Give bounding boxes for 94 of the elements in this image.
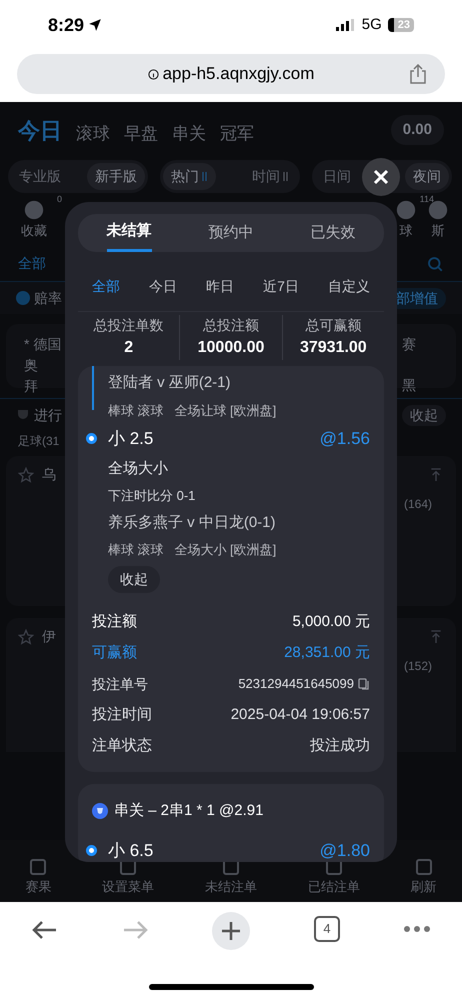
summary-value: 37931.00 xyxy=(300,338,367,358)
star-icon[interactable] xyxy=(18,466,34,482)
summary-label: 总可赢额 xyxy=(305,316,362,334)
team-name: 奥 xyxy=(24,356,39,375)
category-icon xyxy=(395,199,417,222)
nav-icon xyxy=(416,858,432,874)
category-label: 球 xyxy=(400,222,412,240)
filter-option[interactable]: 夜间 xyxy=(405,162,449,190)
sport-tab[interactable]: 滚球 xyxy=(76,121,110,146)
market-count: (164) xyxy=(404,496,432,513)
sport-count: 足球(31 xyxy=(18,433,60,450)
search-icon[interactable] xyxy=(426,254,444,272)
period-tab[interactable]: 昨日 xyxy=(206,276,234,297)
odds-text: @1.80 xyxy=(320,840,370,862)
status-tab[interactable]: 未结算 xyxy=(106,214,152,252)
detail-label: 注单状态 xyxy=(92,736,152,756)
section-title: 进行 xyxy=(34,406,62,425)
copy-icon[interactable] xyxy=(358,678,370,690)
selection-text: 小 2.5 xyxy=(108,428,154,450)
team-name: 黑 xyxy=(402,376,416,395)
collapse-toggle[interactable]: 收起 xyxy=(402,405,446,426)
category-label: 斯 xyxy=(432,222,444,240)
notice-text: 赔率 xyxy=(34,288,62,308)
period-tab[interactable]: 自定义 xyxy=(328,276,370,297)
category-count: 114 xyxy=(420,193,434,206)
share-icon[interactable] xyxy=(409,64,427,84)
detail-value: 2025-04-04 19:06:57 xyxy=(230,704,370,725)
star-icon[interactable] xyxy=(18,628,34,644)
url-text: app-h5.aqnxgjy.com xyxy=(162,63,314,86)
detail-label: 投注额 xyxy=(92,612,137,632)
summary-label: 总投注额 xyxy=(202,316,259,334)
detail-value: 投注成功 xyxy=(310,736,370,756)
shield-badge-icon xyxy=(92,802,108,819)
filter-option[interactable]: 专业版 xyxy=(11,162,69,190)
sport-tab[interactable]: 串关 xyxy=(172,121,206,146)
tab-count-button[interactable]: 4 xyxy=(314,916,340,942)
period-tab[interactable]: 今日 xyxy=(149,276,178,297)
sport-tab[interactable]: 冠军 xyxy=(220,121,254,146)
market-tags: 棒球 滚球 全场大小 [欧洲盘] xyxy=(108,540,370,560)
summary-label: 总投注单数 xyxy=(94,316,164,334)
league-name: 赛 xyxy=(402,335,416,354)
status-tab[interactable]: 预约中 xyxy=(208,214,254,252)
detail-value: 28,351.00 元 xyxy=(284,642,370,663)
market-text: 全场大小 xyxy=(108,458,169,478)
detail-label: 投注时间 xyxy=(92,704,152,725)
score-text: 下注时比分 0-1 xyxy=(108,487,196,505)
odds-text: @1.56 xyxy=(320,428,370,450)
selection-text: 小 6.5 xyxy=(108,840,154,862)
network-label: 5G xyxy=(362,14,382,35)
nav-icon xyxy=(30,858,46,874)
league-name: * 德国 xyxy=(24,335,62,354)
bottom-nav-item[interactable]: 赛果 xyxy=(25,858,52,896)
forward-arrow-icon[interactable] xyxy=(122,920,148,940)
filter-option[interactable]: 热门 xyxy=(163,162,216,190)
period-tab[interactable]: 全部 xyxy=(92,276,120,297)
league-name: 伊 xyxy=(42,627,56,646)
detail-label: 投注单号 xyxy=(92,674,148,694)
back-arrow-icon[interactable] xyxy=(32,920,58,940)
timeline-line xyxy=(92,366,94,410)
clock-time: 8:29 xyxy=(48,14,84,36)
summary-value: 10000.00 xyxy=(198,338,264,358)
team-name: 拜 xyxy=(24,377,39,396)
close-icon xyxy=(373,169,389,185)
more-icon[interactable] xyxy=(404,926,430,932)
info-icon xyxy=(148,68,159,80)
status-tab[interactable]: 已失效 xyxy=(310,214,356,252)
league-name: 乌 xyxy=(42,465,56,484)
bottom-nav-item[interactable]: 刷新 xyxy=(410,858,437,896)
category-label: 收藏 xyxy=(21,222,47,240)
new-tab-icon[interactable] xyxy=(212,912,250,950)
market-count: (152) xyxy=(404,658,432,675)
balance-chip[interactable]: 0.00 xyxy=(390,114,444,146)
detail-value: 5,000.00 元 xyxy=(292,612,370,632)
location-arrow-icon xyxy=(88,18,102,32)
summary-value: 2 xyxy=(124,338,134,358)
filter-option[interactable]: 时间 xyxy=(244,162,297,190)
parlay-title: 串关 – 2串1 * 1 @2.91 xyxy=(114,800,264,820)
period-tab[interactable]: 近7日 xyxy=(263,276,299,297)
filter-option[interactable]: 新手版 xyxy=(87,162,145,190)
market-tags: 棒球 滚球 全场让球 [欧洲盘] xyxy=(108,400,370,420)
match-title: 登陆者 v 巫师(2-1) xyxy=(108,373,232,393)
sport-tab[interactable]: 今日 xyxy=(18,114,62,146)
address-bar[interactable]: app-h5.aqnxgjy.com xyxy=(17,54,445,94)
signal-icon xyxy=(336,19,356,31)
filter-option[interactable]: 日间 xyxy=(315,162,359,190)
scope-tab[interactable]: 全部 xyxy=(18,253,46,274)
category-count: 0 xyxy=(56,193,62,206)
detail-value: 5231294451645099 xyxy=(238,675,354,694)
match-title: 养乐多燕子 v 中日龙(0-1) xyxy=(108,512,277,532)
category-icon xyxy=(23,199,45,222)
detail-label: 可赢额 xyxy=(92,642,137,663)
collapse-button[interactable]: 收起 xyxy=(108,566,160,592)
battery-indicator: 23 xyxy=(388,18,414,32)
sport-tab[interactable]: 早盘 xyxy=(124,121,158,146)
